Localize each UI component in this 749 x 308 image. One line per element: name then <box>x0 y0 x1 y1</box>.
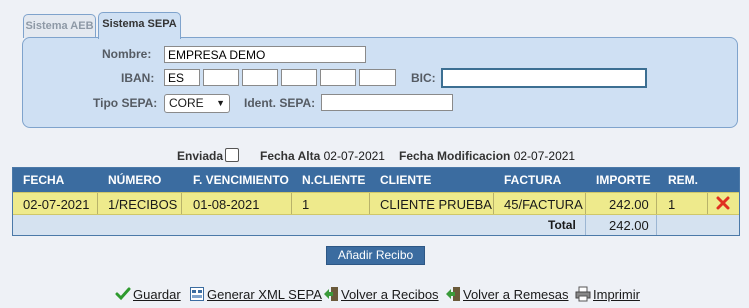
back-arrow-icon <box>324 287 338 301</box>
cell-factura: 45/FACTURA <box>504 197 583 212</box>
delete-icon[interactable] <box>716 196 730 210</box>
nombre-label: Nombre: <box>102 47 152 61</box>
tab-sistema-aeb[interactable]: Sistema AEB <box>23 14 96 38</box>
iban-part-6-input[interactable] <box>359 69 396 86</box>
table-header: FECHA NÚMERO F. VENCIMIENTO N.CLIENTE CL… <box>13 168 739 192</box>
bic-label: BIC: <box>411 71 436 85</box>
tipo-sepa-select[interactable]: CORE ▼ <box>164 94 230 113</box>
header-vencimiento: F. VENCIMIENTO <box>193 173 289 187</box>
chevron-down-icon: ▼ <box>216 98 225 108</box>
table-footer: Total 242.00 <box>13 215 739 235</box>
generar-xml-link[interactable]: Generar XML SEPA <box>207 287 322 302</box>
iban-part-5-input[interactable] <box>320 69 356 86</box>
cell-vencimiento: 01-08-2021 <box>193 197 260 212</box>
fecha-mod-label: Fecha Modificacion <box>399 149 511 163</box>
iban-country-input[interactable] <box>164 69 200 86</box>
tipo-sepa-value: CORE <box>169 96 204 110</box>
tipo-sepa-label: Tipo SEPA: <box>93 96 158 110</box>
iban-part-3-input[interactable] <box>242 69 278 86</box>
enviada-label: Enviada <box>177 149 224 163</box>
cell-cliente: CLIENTE PRUEBA <box>380 197 492 212</box>
xml-icon <box>190 287 204 301</box>
header-importe: IMPORTE <box>596 173 651 187</box>
fecha-alta-label: Fecha Alta <box>260 149 321 163</box>
sepa-form-panel: Nombre: IBAN: BIC: Tipo SEPA: CORE ▼ Ide… <box>22 37 738 128</box>
volver-remesas-link[interactable]: Volver a Remesas <box>463 287 569 302</box>
iban-label: IBAN: <box>121 71 155 85</box>
cell-importe: 242.00 <box>609 197 649 212</box>
cell-ncliente: 1 <box>302 197 310 212</box>
iban-part-2-input[interactable] <box>203 69 239 86</box>
table-row[interactable]: 02-07-2021 1/RECIBOS 01-08-2021 1 CLIENT… <box>13 192 739 215</box>
header-rem: REM. <box>668 173 698 187</box>
recibos-table: FECHA NÚMERO F. VENCIMIENTO N.CLIENTE CL… <box>12 167 740 236</box>
back-arrow-icon <box>446 287 460 301</box>
add-recibo-button[interactable]: Añadir Recibo <box>326 246 425 265</box>
cell-fecha: 02-07-2021 <box>23 197 90 212</box>
imprimir-link[interactable]: Imprimir <box>593 287 640 302</box>
ident-sepa-input[interactable] <box>321 94 453 111</box>
fecha-alta: Fecha Alta 02-07-2021 <box>260 149 385 163</box>
header-cliente: CLIENTE <box>380 173 432 187</box>
fecha-mod-value: 02-07-2021 <box>513 149 576 163</box>
cell-rem: 1 <box>668 197 676 212</box>
total-label: Total <box>548 218 576 232</box>
header-factura: FACTURA <box>504 173 562 187</box>
header-ncliente: N.CLIENTE <box>302 173 366 187</box>
nombre-input[interactable] <box>164 46 366 63</box>
volver-recibos-link[interactable]: Volver a Recibos <box>341 287 439 302</box>
printer-icon <box>575 286 591 302</box>
header-numero: NÚMERO <box>108 173 162 187</box>
fecha-alta-value: 02-07-2021 <box>323 149 385 163</box>
total-value: 242.00 <box>609 218 649 233</box>
ident-sepa-label: Ident. SEPA: <box>244 96 316 110</box>
fecha-modificacion: Fecha Modificacion 02-07-2021 <box>399 149 575 163</box>
iban-part-4-input[interactable] <box>281 69 317 86</box>
action-links: Guardar Generar XML SEPA Volver a Recibo… <box>0 285 749 305</box>
cell-numero: 1/RECIBOS <box>108 197 178 212</box>
tab-sistema-sepa[interactable]: Sistema SEPA <box>98 12 181 39</box>
bic-input[interactable] <box>441 68 647 88</box>
guardar-link[interactable]: Guardar <box>133 287 181 302</box>
header-fecha: FECHA <box>23 173 65 187</box>
check-icon <box>115 287 131 301</box>
enviada-checkbox[interactable] <box>225 148 239 162</box>
